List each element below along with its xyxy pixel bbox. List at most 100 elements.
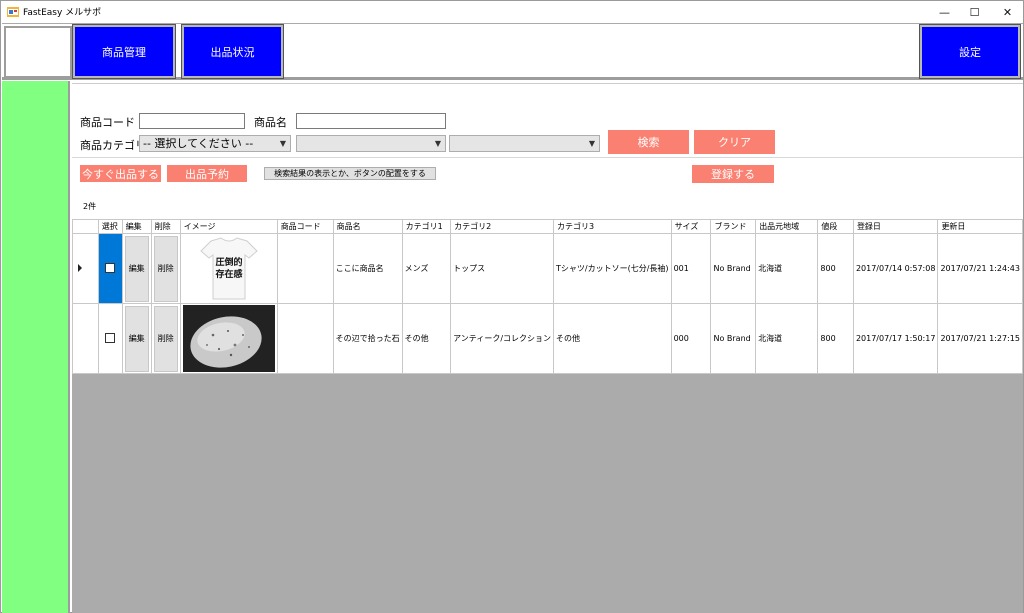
col-header-size[interactable]: サイズ xyxy=(670,219,712,234)
list-now-button[interactable]: 今すぐ出品する xyxy=(80,165,161,182)
cat2-cell: トップス xyxy=(450,233,555,304)
select-checkbox[interactable] xyxy=(105,332,116,343)
product-name-label: 商品名 xyxy=(254,116,287,129)
results-grid-area: 選択 編集 削除 イメージ 商品コード 商品名 カテゴリ1 カテゴリ2 カテゴリ… xyxy=(72,219,1023,613)
divider xyxy=(72,157,1023,158)
select-cell[interactable] xyxy=(97,303,123,374)
price-cell: 800 xyxy=(817,233,854,304)
brand-cell: No Brand xyxy=(710,303,757,374)
select-cell[interactable] xyxy=(97,233,123,304)
product-code-label: 商品コード xyxy=(80,116,135,129)
col-header-edit[interactable]: 編集 xyxy=(121,219,152,234)
table-row[interactable]: 編集 削除 その辺で拾った石 その他 アンティーク/コレクション その他 000… xyxy=(72,303,1023,374)
registered-cell: 2017/07/17 1:50:17 xyxy=(852,303,939,374)
stone-icon xyxy=(182,305,275,372)
nav-settings-button[interactable]: 設定 xyxy=(919,24,1021,79)
delete-cell: 削除 xyxy=(150,233,181,304)
row-header-corner xyxy=(72,219,99,234)
placeholder-note-button[interactable]: 検索結果の表示とか、ボタンの配置をする xyxy=(264,167,436,180)
search-button[interactable]: 検索 xyxy=(608,130,689,154)
app-window: FastEasy メルサポ — ☐ ✕ 商品管理 出品状況 設定 商品コード 商… xyxy=(0,0,1024,613)
name-cell: ここに商品名 xyxy=(332,233,403,304)
chevron-down-icon: ▼ xyxy=(588,139,595,148)
col-header-image[interactable]: イメージ xyxy=(179,219,278,234)
window-title: FastEasy メルサポ xyxy=(23,8,102,18)
image-cell: 圧倒的 存在感 xyxy=(179,233,278,304)
region-cell: 北海道 xyxy=(755,233,819,304)
close-button[interactable]: ✕ xyxy=(991,1,1024,23)
delete-button[interactable]: 削除 xyxy=(153,235,178,302)
col-header-brand[interactable]: ブランド xyxy=(710,219,757,234)
nav-listing-status-button[interactable]: 出品状況 xyxy=(181,24,284,79)
col-header-region[interactable]: 出品元地域 xyxy=(755,219,819,234)
edit-cell: 編集 xyxy=(121,233,152,304)
col-header-price[interactable]: 値段 xyxy=(817,219,854,234)
col-header-registered[interactable]: 登録日 xyxy=(852,219,939,234)
row-header[interactable] xyxy=(72,233,99,304)
region-cell: 北海道 xyxy=(755,303,819,374)
filter-panel: 商品コード 商品名 商品カテゴリ -- 選択してください -- ▼ ▼ ▼ 検索… xyxy=(72,83,1023,219)
registered-cell: 2017/07/14 0:57:08 xyxy=(852,233,939,304)
code-cell xyxy=(276,303,334,374)
edit-button[interactable]: 編集 xyxy=(124,235,149,302)
cat3-cell: Tシャツ/カットソー(七分/長袖) xyxy=(553,233,672,304)
category1-selected: -- 選択してください -- xyxy=(143,137,254,150)
app-icon xyxy=(7,7,19,17)
updated-cell: 2017/07/21 1:27:15 xyxy=(937,303,1023,374)
brand-cell: No Brand xyxy=(710,233,757,304)
select-checkbox[interactable] xyxy=(105,262,116,273)
cat2-cell: アンティーク/コレクション xyxy=(450,303,555,374)
tshirt-icon: 圧倒的 存在感 xyxy=(199,237,258,300)
size-cell: 000 xyxy=(670,303,712,374)
top-nav-bar: 商品管理 出品状況 設定 xyxy=(2,23,1023,80)
col-header-code[interactable]: 商品コード xyxy=(276,219,334,234)
current-row-indicator-icon xyxy=(78,264,82,272)
row-header[interactable] xyxy=(72,303,99,374)
size-cell: 001 xyxy=(670,233,712,304)
clear-button[interactable]: クリア xyxy=(694,130,775,154)
image-cell xyxy=(179,303,278,374)
table-row[interactable]: 編集 削除 圧倒的 存在感 ここに商品名 メンズ トップス Tシャツ/カットソー… xyxy=(72,233,1023,304)
product-code-input[interactable] xyxy=(139,113,245,129)
category-label: 商品カテゴリ xyxy=(80,139,146,152)
results-grid: 選択 編集 削除 イメージ 商品コード 商品名 カテゴリ1 カテゴリ2 カテゴリ… xyxy=(72,219,1023,374)
chevron-down-icon: ▼ xyxy=(434,139,441,148)
cat3-cell: その他 xyxy=(553,303,672,374)
delete-cell: 削除 xyxy=(150,303,181,374)
edit-button[interactable]: 編集 xyxy=(124,305,149,372)
minimize-button[interactable]: — xyxy=(928,1,961,23)
updated-cell: 2017/07/21 1:24:43 xyxy=(937,233,1023,304)
result-count: 2件 xyxy=(83,202,97,211)
cat1-cell: メンズ xyxy=(401,233,452,304)
code-cell xyxy=(276,233,334,304)
title-bar[interactable]: FastEasy メルサポ — ☐ ✕ xyxy=(1,1,1023,23)
stone-image xyxy=(182,305,275,372)
tshirt-print-line1: 圧倒的 xyxy=(215,256,242,268)
register-button[interactable]: 登録する xyxy=(692,165,774,183)
col-header-cat1[interactable]: カテゴリ1 xyxy=(401,219,452,234)
name-cell: その辺で拾った石 xyxy=(332,303,403,374)
delete-button[interactable]: 削除 xyxy=(153,305,178,372)
chevron-down-icon: ▼ xyxy=(279,139,286,148)
col-header-updated[interactable]: 更新日 xyxy=(937,219,1023,234)
category1-select[interactable]: -- 選択してください -- ▼ xyxy=(139,135,291,152)
col-header-delete[interactable]: 削除 xyxy=(150,219,181,234)
sidebar xyxy=(2,81,70,613)
col-header-name[interactable]: 商品名 xyxy=(332,219,403,234)
maximize-button[interactable]: ☐ xyxy=(958,1,991,23)
corner-placeholder xyxy=(4,26,72,78)
tshirt-image: 圧倒的 存在感 xyxy=(182,235,275,302)
nav-goods-management-button[interactable]: 商品管理 xyxy=(72,24,176,79)
price-cell: 800 xyxy=(817,303,854,374)
tshirt-print-line2: 存在感 xyxy=(215,268,242,280)
edit-cell: 編集 xyxy=(121,303,152,374)
col-header-select[interactable]: 選択 xyxy=(97,219,123,234)
col-header-cat2[interactable]: カテゴリ2 xyxy=(450,219,555,234)
col-header-cat3[interactable]: カテゴリ3 xyxy=(553,219,672,234)
product-name-input[interactable] xyxy=(296,113,446,129)
category3-select[interactable]: ▼ xyxy=(449,135,600,152)
reserve-listing-button[interactable]: 出品予約 xyxy=(167,165,247,182)
grid-header-row: 選択 編集 削除 イメージ 商品コード 商品名 カテゴリ1 カテゴリ2 カテゴリ… xyxy=(72,219,1023,234)
cat1-cell: その他 xyxy=(401,303,452,374)
category2-select[interactable]: ▼ xyxy=(296,135,446,152)
